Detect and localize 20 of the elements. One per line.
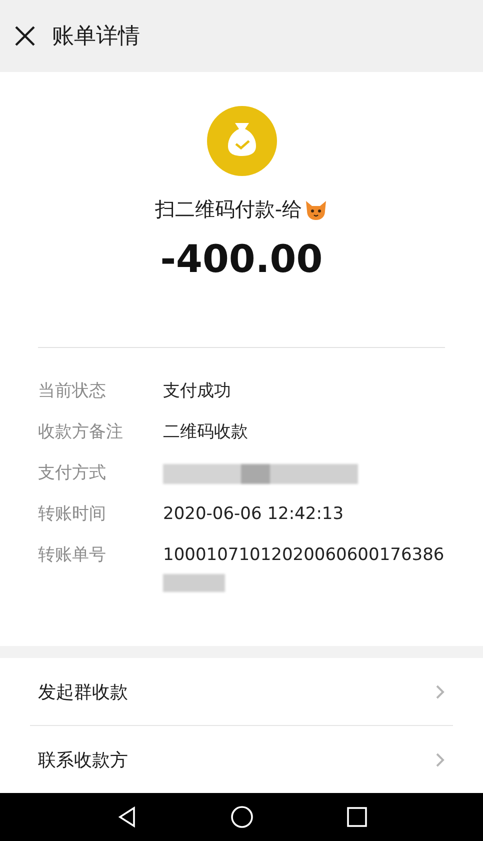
detail-label: 收款方备注 (38, 421, 124, 444)
recents-icon[interactable] (346, 807, 367, 827)
menu-item[interactable]: 联系收款方 (0, 726, 483, 793)
payment-title: 扫二维码付款-给 (154, 196, 302, 223)
menu-item[interactable]: 发起群收款 (0, 658, 483, 725)
detail-value: 二维码收款 (163, 421, 248, 444)
detail-label: 当前状态 (38, 380, 107, 403)
money-bag-icon (206, 106, 276, 176)
close-icon[interactable] (14, 25, 36, 47)
amount: -400.00 (160, 237, 323, 281)
chevron-icon (435, 684, 445, 700)
detail-label: 转账单号 (38, 544, 107, 567)
detail-value: 2020-06-06 12:42:13 (163, 503, 344, 526)
detail-value: 10001071012020060600176386 (163, 544, 444, 567)
detail-label: 支付方式 (38, 462, 107, 485)
home-icon[interactable] (230, 805, 254, 829)
page-title: 账单详情 (52, 23, 140, 51)
detail-label: 转账时间 (38, 503, 107, 526)
detail-value: 支付成功 (163, 380, 231, 403)
chevron-icon (435, 752, 445, 768)
